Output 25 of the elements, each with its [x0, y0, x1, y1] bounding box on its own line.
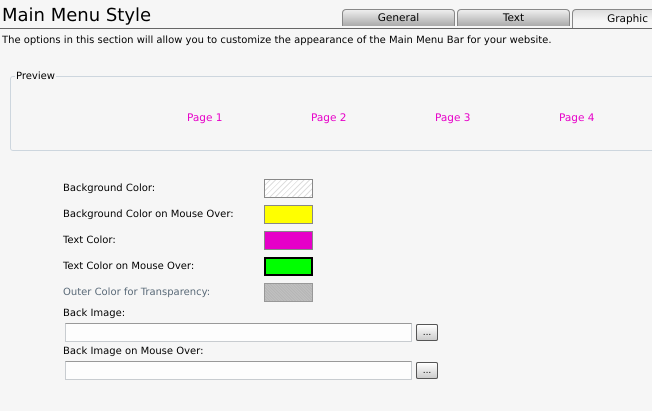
page-title: Main Menu Style: [1, 4, 152, 28]
setting-label: Back Image:: [63, 308, 126, 319]
image-path-field[interactable]: [65, 323, 412, 342]
menu-item-preview: Page 2: [311, 112, 348, 124]
browse-button[interactable]: ...: [416, 362, 438, 379]
menu-item-preview: Page 3: [435, 112, 472, 124]
preview-legend: Preview: [15, 71, 56, 82]
setting-label: Background Color on Mouse Over:: [63, 209, 235, 220]
setting-label: Background Color:: [63, 183, 156, 194]
tab[interactable]: General: [342, 9, 455, 26]
setting-label: Outer Color for Transparency:: [63, 287, 212, 298]
description-text: The options in this section will allow you to customize the appearance of the Main Menu Bar for your website.: [1, 34, 552, 46]
tab[interactable]: Text: [457, 9, 570, 26]
setting-label: Back Image on Mouse Over:: [63, 346, 204, 357]
color-swatch[interactable]: [264, 257, 313, 276]
setting-label: Text Color:: [63, 235, 117, 246]
browse-button[interactable]: ...: [416, 324, 438, 341]
image-path-field[interactable]: [65, 361, 412, 380]
setting-label: Text Color on Mouse Over:: [63, 261, 196, 272]
menu-item-preview: Page 1: [187, 112, 224, 124]
color-swatch[interactable]: [264, 179, 313, 198]
menu-item-preview: Page 4: [559, 112, 596, 124]
color-swatch[interactable]: [264, 231, 313, 250]
color-swatch[interactable]: [264, 205, 313, 224]
tab[interactable]: Graphic: [572, 9, 652, 28]
